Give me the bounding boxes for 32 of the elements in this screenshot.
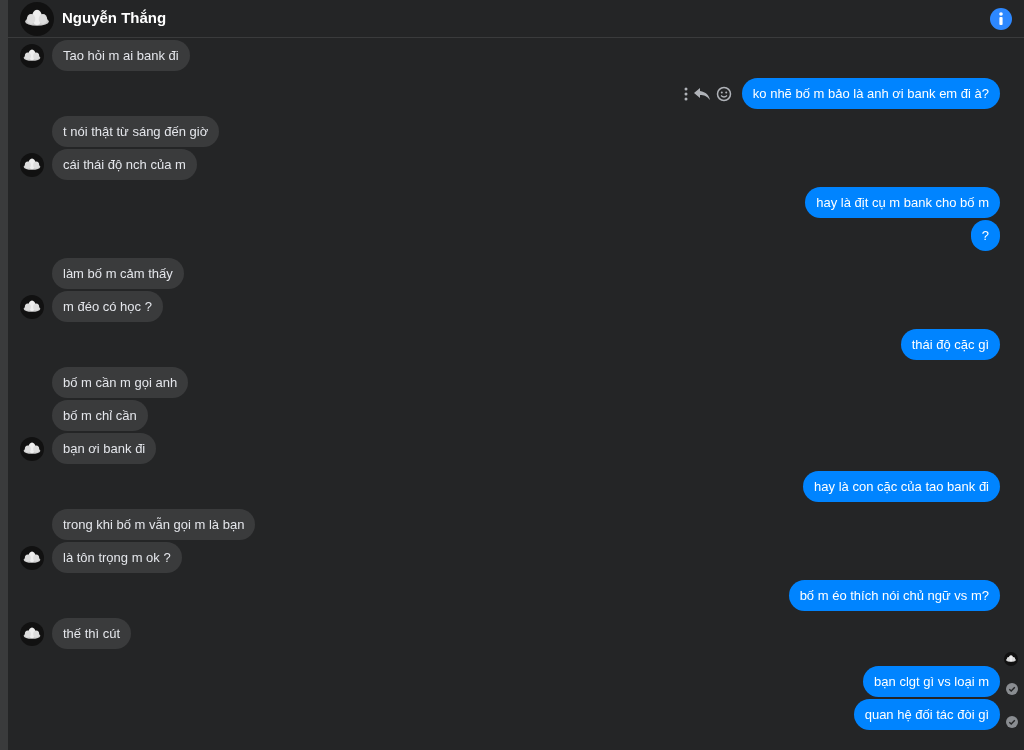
message-bubble: bố m éo thích nói chủ ngữ vs m? xyxy=(788,580,1000,611)
message-bubble: là tôn trọng m ok ? xyxy=(52,542,182,573)
avatar[interactable] xyxy=(20,295,44,319)
message-bubble: bạn clgt gì vs loại m xyxy=(863,666,1000,697)
message-bubble: bố m chỉ cần xyxy=(52,400,148,431)
message-bubble: hay là con cặc của tao bank đi xyxy=(803,471,1000,502)
message-bubble: thái độ cặc gì xyxy=(900,329,1000,360)
message-bubble: làm bố m cảm thấy xyxy=(52,258,184,289)
message-bubble: ko nhẽ bố m bảo là anh ơi bank em đi à? xyxy=(741,78,1000,109)
message-bubble: m đéo có học ? xyxy=(52,291,163,322)
message-bubble: t nói thật từ sáng đến giờ xyxy=(52,116,220,147)
message-bubble: trong khi bố m vẫn gọi m là bạn xyxy=(52,509,256,540)
avatar[interactable] xyxy=(20,44,44,68)
avatar[interactable] xyxy=(20,437,44,461)
message-bubble: cái thái độ nch của m xyxy=(52,149,197,180)
message-bubble: quan hệ đối tác đòi gì xyxy=(853,699,1000,730)
message-bubble: Tao hỏi m ai bank đi xyxy=(52,40,190,71)
message-bubble: thế thì cút xyxy=(52,618,132,649)
message-bubble: bạn ơi bank đi xyxy=(52,433,157,464)
reply-icon[interactable] xyxy=(693,87,710,100)
message-bubble: hay là địt cụ m bank cho bố m xyxy=(805,187,1000,218)
seen-avatar xyxy=(1004,652,1018,666)
more-icon[interactable] xyxy=(683,86,688,101)
emoji-icon[interactable] xyxy=(715,85,732,102)
avatar[interactable] xyxy=(20,153,44,177)
message-bubble: bố m cần m gọi anh xyxy=(52,367,189,398)
contact-name[interactable]: Nguyễn Thắng xyxy=(62,7,167,30)
message-bubble: ? xyxy=(970,220,1000,251)
avatar[interactable] xyxy=(20,622,44,646)
avatar[interactable] xyxy=(20,546,44,570)
info-icon[interactable] xyxy=(990,7,1012,30)
avatar xyxy=(20,1,54,36)
